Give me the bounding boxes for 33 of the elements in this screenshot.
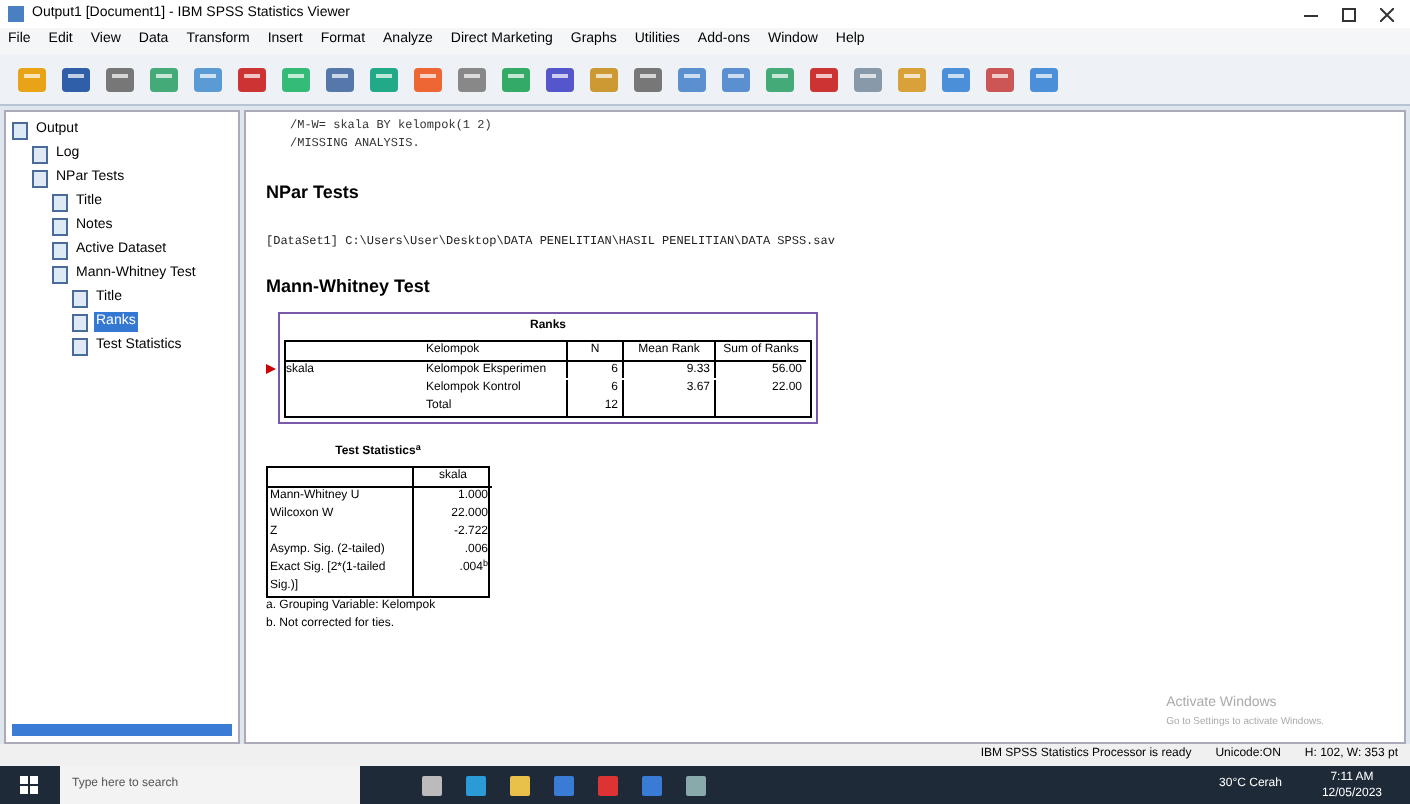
- toolbar-icon[interactable]: [764, 63, 796, 95]
- app-icon: [8, 6, 24, 22]
- toolbar-icon[interactable]: [940, 63, 972, 95]
- toolbar-icon[interactable]: [544, 63, 576, 95]
- toolbar-icon[interactable]: [456, 63, 488, 95]
- toolbar-icon[interactable]: [236, 63, 268, 95]
- toolbar-icon[interactable]: [192, 63, 224, 95]
- toolbar-icon[interactable]: [984, 63, 1016, 95]
- taskbar-app-icon[interactable]: [464, 773, 488, 797]
- toolbar-icon[interactable]: [1028, 63, 1060, 95]
- toolbar-icon[interactable]: [324, 63, 356, 95]
- scrollbar[interactable]: [12, 724, 232, 736]
- toolbar-icon[interactable]: [368, 63, 400, 95]
- taskbar-app-icon[interactable]: [684, 773, 708, 797]
- toolbar-icon[interactable]: [412, 63, 444, 95]
- selection-arrow-icon: [266, 363, 276, 373]
- toolbar-icon[interactable]: [60, 63, 92, 95]
- maximize-icon[interactable]: [1342, 7, 1356, 21]
- taskbar-app-icon[interactable]: [640, 773, 664, 797]
- toolbar-icon[interactable]: [720, 63, 752, 95]
- toolbar-icon[interactable]: [852, 63, 884, 95]
- section-heading: NPar Tests: [266, 180, 361, 206]
- toolbar-icon[interactable]: [632, 63, 664, 95]
- toolbar-icon[interactable]: [148, 63, 180, 95]
- toolbar-icon[interactable]: [104, 63, 136, 95]
- taskbar-app-icon[interactable]: [508, 773, 532, 797]
- section-heading: Mann-Whitney Test: [266, 273, 432, 300]
- toolbar-icon[interactable]: [500, 63, 532, 95]
- toolbar-icon[interactable]: [676, 63, 708, 95]
- close-icon[interactable]: [1380, 7, 1394, 21]
- taskbar-app-icon[interactable]: [552, 773, 576, 797]
- taskbar-app-icon[interactable]: [420, 773, 444, 797]
- toolbar-icon[interactable]: [808, 63, 840, 95]
